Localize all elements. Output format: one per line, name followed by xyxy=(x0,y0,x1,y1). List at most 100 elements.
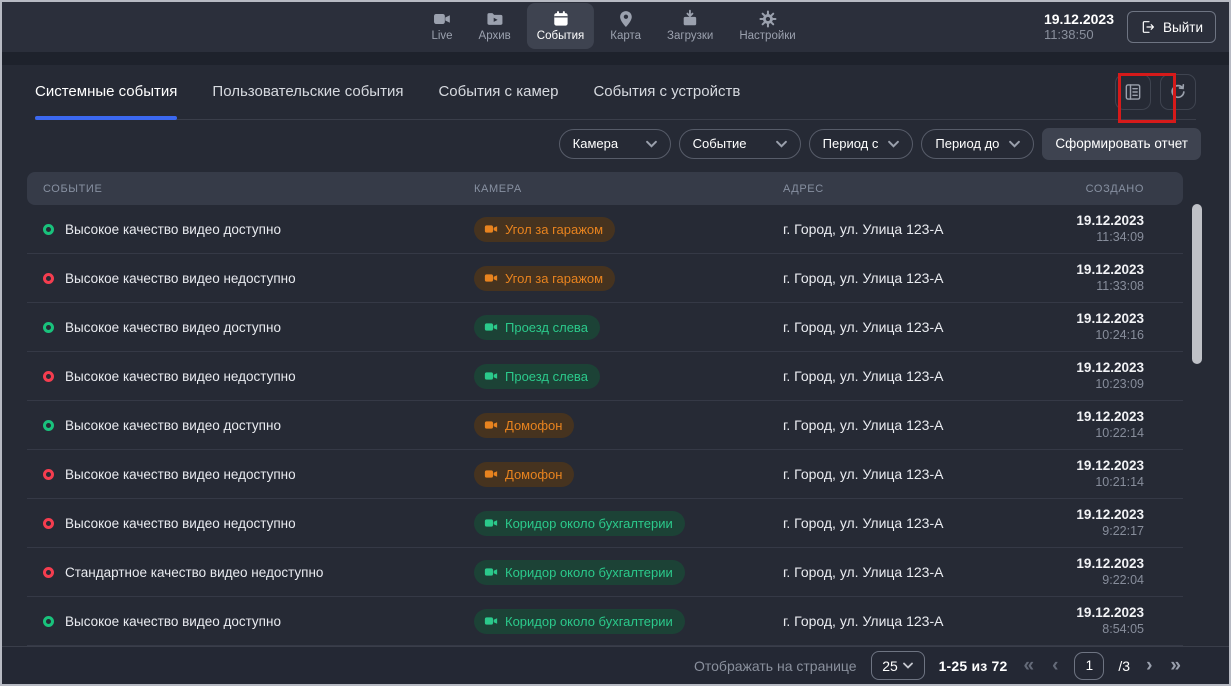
period-to-dropdown[interactable]: Период до xyxy=(921,129,1034,159)
events-table-body: Высокое качество видео доступно Угол за … xyxy=(27,205,1183,646)
camera-name: Коридор около бухгалтерии xyxy=(505,614,673,629)
period-from-dropdown[interactable]: Период с xyxy=(809,129,914,159)
chevron-down-icon xyxy=(903,662,913,669)
camera-icon xyxy=(484,320,498,334)
created-time: 11:34:09 xyxy=(1023,229,1144,245)
table-row[interactable]: Высокое качество видео недоступно Домофо… xyxy=(27,450,1183,499)
camera-badge[interactable]: Коридор около бухгалтерии xyxy=(474,560,685,585)
status-indicator xyxy=(43,518,54,529)
table-row[interactable]: Высокое качество видео недоступно Коридо… xyxy=(27,499,1183,548)
refresh-button[interactable] xyxy=(1160,74,1196,110)
table-row[interactable]: Высокое качество видео недоступно Угол з… xyxy=(27,254,1183,303)
app-root: { "navbar": { "items": [ { "label": "Liv… xyxy=(0,0,1231,686)
camera-cell: Проезд слева xyxy=(474,315,783,340)
address: г. Город, ул. Улица 123-А xyxy=(783,417,1023,433)
status-indicator xyxy=(43,322,54,333)
created-cell: 19.12.2023 11:33:08 xyxy=(1023,262,1144,294)
logout-button[interactable]: Выйти xyxy=(1127,11,1216,43)
tab-system-events[interactable]: Системные события xyxy=(35,66,177,118)
created-time: 10:21:14 xyxy=(1023,474,1144,490)
camera-badge[interactable]: Угол за гаражом xyxy=(474,217,615,242)
next-page-button[interactable]: › xyxy=(1144,656,1154,675)
created-cell: 19.12.2023 8:54:05 xyxy=(1023,605,1144,637)
top-navbar: Live Архив События Карта Загрузки Настро… xyxy=(2,2,1229,52)
per-page-select[interactable]: 25 xyxy=(871,651,925,680)
total-pages-label: /3 xyxy=(1118,658,1130,674)
created-time: 10:22:14 xyxy=(1023,425,1144,441)
created-cell: 19.12.2023 9:22:17 xyxy=(1023,507,1144,539)
address: г. Город, ул. Улица 123-А xyxy=(783,515,1023,531)
nav-item-live[interactable]: Live xyxy=(421,3,462,49)
tab-toolbar-icons xyxy=(1115,74,1196,110)
header-event: СОБЫТИЕ xyxy=(43,183,474,195)
refresh-icon xyxy=(1168,82,1188,102)
header-created: СОЗДАНО xyxy=(1023,183,1144,195)
address: г. Город, ул. Улица 123-А xyxy=(783,270,1023,286)
generate-report-button[interactable]: Сформировать отчет xyxy=(1042,128,1201,160)
event-cell: Высокое качество видео доступно xyxy=(43,418,474,433)
header-camera: КАМЕРА xyxy=(474,183,783,195)
nav-item-label: Загрузки xyxy=(667,30,713,42)
current-page-input[interactable]: 1 xyxy=(1074,652,1104,680)
camera-cell: Коридор около бухгалтерии xyxy=(474,511,783,536)
nav-item-archive[interactable]: Архив xyxy=(469,3,521,49)
camera-icon xyxy=(484,418,498,432)
nav-item-downloads[interactable]: Загрузки xyxy=(657,3,723,49)
event-cell: Высокое качество видео недоступно xyxy=(43,467,474,482)
camera-cell: Угол за гаражом xyxy=(474,217,783,242)
created-cell: 19.12.2023 9:22:04 xyxy=(1023,556,1144,588)
nav-item-label: События xyxy=(537,30,584,42)
chevron-down-icon xyxy=(888,140,899,148)
table-row[interactable]: Высокое качество видео доступно Домофон … xyxy=(27,401,1183,450)
camera-filter-dropdown[interactable]: Камера xyxy=(559,129,671,159)
last-page-button[interactable]: » xyxy=(1168,656,1183,675)
camera-badge[interactable]: Проезд слева xyxy=(474,315,600,340)
created-time: 11:33:08 xyxy=(1023,278,1144,294)
camera-badge[interactable]: Домофон xyxy=(474,462,574,487)
report-journal-button[interactable] xyxy=(1115,74,1151,110)
created-time: 9:22:17 xyxy=(1023,523,1144,539)
period-from-label: Период с xyxy=(823,136,879,151)
tab-camera-events[interactable]: События с камер xyxy=(438,66,558,118)
address: г. Город, ул. Улица 123-А xyxy=(783,613,1023,629)
created-date: 19.12.2023 xyxy=(1023,262,1144,278)
status-indicator xyxy=(43,371,54,382)
event-name: Высокое качество видео недоступно xyxy=(65,369,296,384)
prev-page-button[interactable]: ‹ xyxy=(1050,656,1060,675)
map-pin-icon xyxy=(616,9,636,29)
tab-device-events[interactable]: События с устройств xyxy=(593,66,740,118)
event-filter-dropdown[interactable]: Событие xyxy=(679,129,801,159)
created-time: 10:23:09 xyxy=(1023,376,1144,392)
pagination-bar: Отображать на странице 25 1-25 из 72 « ‹… xyxy=(2,646,1229,684)
camera-cell: Проезд слева xyxy=(474,364,783,389)
current-date: 19.12.2023 xyxy=(1044,12,1114,27)
created-time: 10:24:16 xyxy=(1023,327,1144,343)
camera-badge[interactable]: Коридор около бухгалтерии xyxy=(474,511,685,536)
camera-name: Угол за гаражом xyxy=(505,271,603,286)
camera-cell: Коридор около бухгалтерии xyxy=(474,560,783,585)
camera-name: Проезд слева xyxy=(505,369,588,384)
camera-filter-label: Камера xyxy=(573,136,618,151)
vertical-scrollbar[interactable] xyxy=(1192,204,1202,364)
camera-badge[interactable]: Домофон xyxy=(474,413,574,438)
camera-badge[interactable]: Коридор около бухгалтерии xyxy=(474,609,685,634)
table-row[interactable]: Высокое качество видео недоступно Проезд… xyxy=(27,352,1183,401)
camera-badge[interactable]: Угол за гаражом xyxy=(474,266,615,291)
table-row[interactable]: Высокое качество видео доступно Проезд с… xyxy=(27,303,1183,352)
camera-badge[interactable]: Проезд слева xyxy=(474,364,600,389)
event-name: Высокое качество видео доступно xyxy=(65,614,281,629)
camera-name: Коридор около бухгалтерии xyxy=(505,516,673,531)
table-row[interactable]: Высокое качество видео доступно Угол за … xyxy=(27,205,1183,254)
first-page-button[interactable]: « xyxy=(1022,656,1037,675)
nav-item-events[interactable]: События xyxy=(527,3,594,49)
table-row[interactable]: Стандартное качество видео недоступно Ко… xyxy=(27,548,1183,597)
nav-item-map[interactable]: Карта xyxy=(600,3,651,49)
nav-item-settings[interactable]: Настройки xyxy=(729,3,805,49)
event-name: Высокое качество видео доступно xyxy=(65,418,281,433)
tab-user-events[interactable]: Пользовательские события xyxy=(212,66,403,118)
nav-item-label: Live xyxy=(431,30,452,42)
datetime-display: 19.12.2023 11:38:50 xyxy=(1044,12,1114,42)
table-row[interactable]: Высокое качество видео доступно Коридор … xyxy=(27,597,1183,646)
event-cell: Высокое качество видео доступно xyxy=(43,614,474,629)
events-calendar-icon xyxy=(551,9,571,29)
